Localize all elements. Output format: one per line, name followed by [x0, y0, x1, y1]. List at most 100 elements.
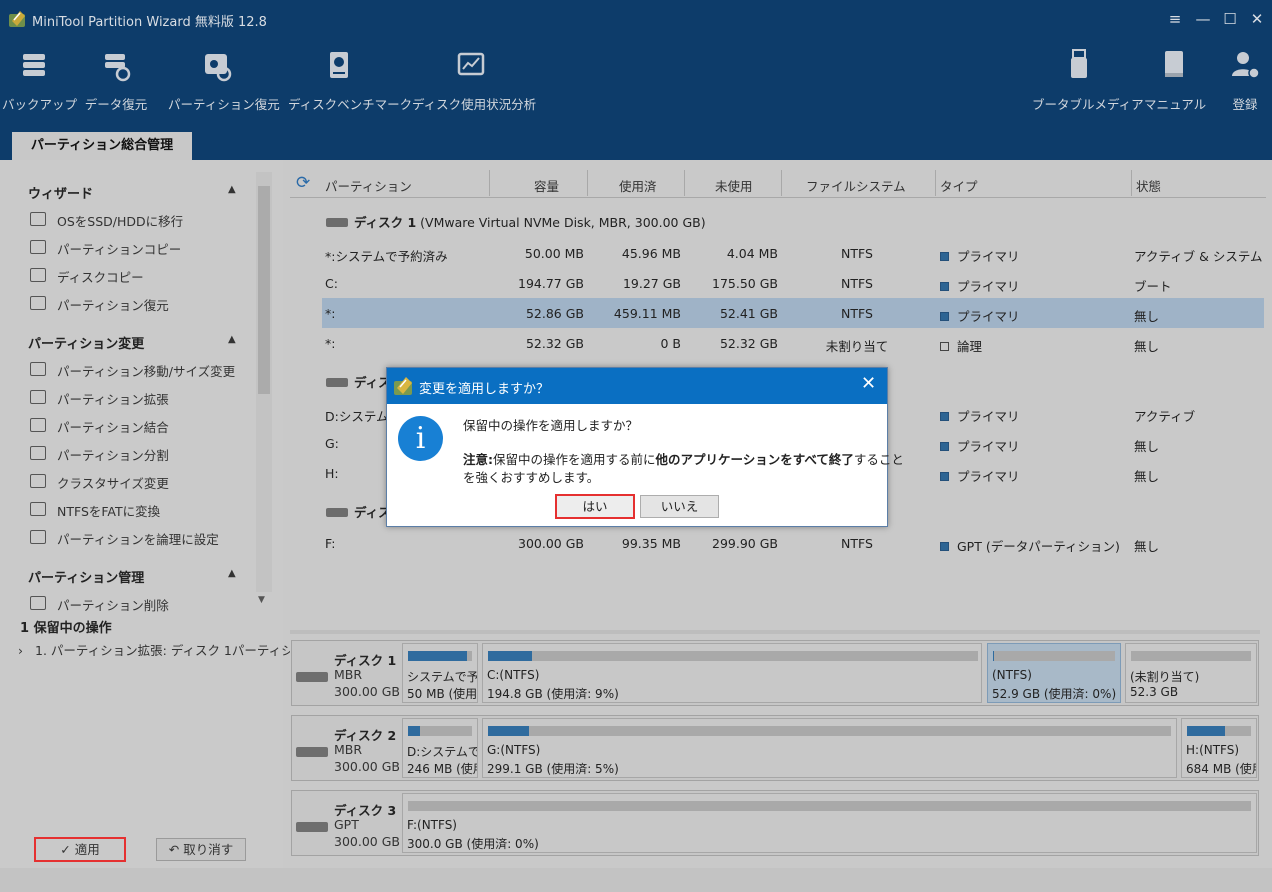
sidebar-item-copy-disk[interactable]: ディスクコピー [30, 267, 260, 287]
disk-card-scheme: MBR [334, 742, 363, 757]
disk-card[interactable]: ディスク 3 GPT 300.00 GB F:(NTFS) 300.0 GB (… [291, 790, 1259, 856]
disk-header[interactable]: ディス [326, 502, 391, 521]
toolbar-disk-benchmark[interactable]: ディスクベンチマーク [288, 48, 412, 118]
table-row[interactable]: *:システムで予約済み 50.00 MB 45.96 MB 4.04 MB NT… [322, 238, 1264, 268]
disk-header[interactable]: ディス [326, 372, 391, 391]
sidebar-item-label: クラスタサイズ変更 [57, 476, 169, 491]
cell-used: 99.35 MB [621, 536, 681, 551]
sidebar-item-migrate-os[interactable]: OSをSSD/HDDに移行 [30, 211, 260, 231]
cell-type: プライマリ [940, 276, 1020, 295]
col-capacity[interactable]: 容量 [534, 176, 559, 195]
col-partition[interactable]: パーティション [325, 176, 412, 195]
sidebar-item-move-resize[interactable]: パーティション移動/サイズ変更 [30, 361, 260, 381]
cell-type-label: プライマリ [957, 249, 1020, 264]
partition-block[interactable]: F:(NTFS) 300.0 GB (使用済: 0%) [402, 793, 1257, 853]
scroll-down-icon[interactable]: ▼ [258, 595, 265, 605]
dialog-title-bar[interactable]: 変更を適用しますか？ ✕ [387, 368, 887, 404]
col-unused[interactable]: 未使用 [715, 176, 753, 195]
toolbar-bootable-media[interactable]: ブータブルメディア [1032, 48, 1144, 118]
disk-card[interactable]: ディスク 1 MBR 300.00 GB システムで予約 50 MB (使用 C… [291, 640, 1259, 706]
partition-block-selected[interactable]: (NTFS) 52.9 GB (使用済: 0%) [987, 643, 1121, 703]
bootable-media-icon [1071, 49, 1087, 78]
apply-button[interactable]: ✓ 適用 [34, 837, 126, 862]
section-manage-title[interactable]: パーティション管理 [28, 567, 144, 586]
col-divider[interactable] [1131, 170, 1132, 196]
col-used[interactable]: 使用済 [619, 176, 657, 195]
sidebar-item-cluster-size[interactable]: クラスタサイズ変更 [30, 473, 260, 493]
table-row[interactable]: C: 194.77 GB 19.27 GB 175.50 GB NTFS プライ… [322, 268, 1264, 298]
disk-header[interactable]: ディスク 1 (VMware Virtual NVMe Disk, MBR, 3… [326, 212, 706, 231]
hard-disk-icon [296, 672, 328, 682]
partition-block[interactable]: H:(NTFS) 684 MB (使用 [1181, 718, 1257, 778]
close-button[interactable]: ✕ [1244, 8, 1270, 30]
set-logical-icon [30, 530, 46, 544]
col-type[interactable]: タイプ [940, 176, 978, 195]
col-filesystem[interactable]: ファイルシステム [806, 176, 906, 195]
panel-splitter[interactable] [290, 630, 1260, 634]
collapse-change-icon[interactable]: ▲ [228, 334, 236, 345]
cell-unused: 52.41 GB [719, 306, 778, 321]
disk-card-size: 300.00 GB [334, 759, 400, 774]
col-divider[interactable] [489, 170, 490, 196]
undo-button[interactable]: ↶ 取り消す [156, 838, 246, 861]
menu-icon[interactable]: ≡ [1162, 8, 1188, 30]
sidebar-item-ntfs-to-fat[interactable]: NTFSをFATに変換 [30, 501, 260, 521]
collapse-manage-icon[interactable]: ▲ [228, 568, 236, 579]
table-row-selected[interactable]: *: 52.86 GB 459.11 MB 52.41 GB NTFS プライマ… [322, 298, 1264, 328]
minimize-button[interactable]: — [1190, 8, 1216, 30]
sidebar-item-delete[interactable]: パーティション削除 [30, 595, 260, 615]
partition-block[interactable]: (未割り当て) 52.3 GB [1125, 643, 1257, 703]
disk-card[interactable]: ディスク 2 MBR 300.00 GB D:システムで予 246 MB (使用… [291, 715, 1259, 781]
sidebar-item-split[interactable]: パーティション分割 [30, 445, 260, 465]
no-button[interactable]: いいえ [640, 495, 719, 518]
toolbar-data-recovery[interactable]: データ復元 [84, 48, 148, 118]
cell-partition: *: [325, 306, 336, 321]
maximize-button[interactable]: ☐ [1217, 8, 1243, 30]
yes-button[interactable]: はい [555, 494, 635, 519]
toolbar-partition-recovery[interactable]: パーティション復元 [168, 48, 280, 118]
col-divider[interactable] [684, 170, 685, 196]
sidebar-item-extend[interactable]: パーティション拡張 [30, 389, 260, 409]
cell-unused: 52.32 GB [719, 336, 778, 351]
data-recovery-icon [105, 54, 131, 82]
toolbar-register[interactable]: 登録 [1222, 48, 1268, 118]
app-logo-icon [9, 11, 25, 27]
table-row[interactable]: *: 52.32 GB 0 B 52.32 GB 未割り当て 論理 無し [322, 328, 1264, 358]
partition-label: C:(NTFS) [487, 668, 540, 682]
col-status[interactable]: 状態 [1136, 176, 1161, 195]
expand-chevron-icon[interactable]: › [18, 643, 23, 658]
usage-bar [1131, 651, 1251, 661]
section-wizard-title[interactable]: ウィザード [28, 183, 93, 202]
sidebar-item-merge[interactable]: パーティション結合 [30, 417, 260, 437]
partition-block[interactable]: D:システムで予 246 MB (使用 [402, 718, 478, 778]
toolbar-manual[interactable]: マニュアル [1144, 48, 1206, 118]
table-row[interactable]: F: 300.00 GB 99.35 MB 299.90 GB NTFS GPT… [322, 528, 1264, 558]
toolbar-space-analyzer[interactable]: ディスク使用状況分析 [412, 48, 536, 118]
primary-type-icon [940, 412, 949, 421]
partition-block[interactable]: システムで予約 50 MB (使用 [402, 643, 478, 703]
collapse-wizard-icon[interactable]: ▲ [228, 184, 236, 195]
cell-type-label: プライマリ [957, 409, 1020, 424]
tab-partition-management[interactable]: パーティション総合管理 [12, 132, 192, 160]
partition-block[interactable]: G:(NTFS) 299.1 GB (使用済: 5%) [482, 718, 1177, 778]
cell-type-label: プライマリ [957, 279, 1020, 294]
cell-filesystem: NTFS [841, 536, 873, 551]
sidebar-item-partition-recovery[interactable]: パーティション復元 [30, 295, 260, 315]
cell-status: 無し [1134, 339, 1160, 354]
sidebar-item-copy-partition[interactable]: パーティションコピー [30, 239, 260, 259]
partition-block[interactable]: C:(NTFS) 194.8 GB (使用済: 9%) [482, 643, 982, 703]
pending-operation-item[interactable]: › 1. パーティション拡張: ディスク 1パーティショ... [18, 640, 318, 659]
dialog-close-icon[interactable]: ✕ [861, 373, 876, 394]
col-divider[interactable] [781, 170, 782, 196]
sidebar-item-set-logical[interactable]: パーティションを論理に設定 [30, 529, 260, 549]
refresh-icon[interactable]: ⟳ [296, 173, 310, 193]
usage-bar [1187, 726, 1251, 736]
toolbar-backup[interactable]: バックアップ [2, 48, 77, 118]
sidebar-scroll-thumb[interactable] [258, 186, 270, 394]
col-divider[interactable] [935, 170, 936, 196]
partition-recovery-small-icon [30, 296, 46, 310]
cell-type-label: GPT (データパーティション) [957, 539, 1120, 554]
section-change-title[interactable]: パーティション変更 [28, 333, 144, 352]
cell-filesystem: 未割り当て [825, 339, 889, 354]
col-divider[interactable] [587, 170, 588, 196]
